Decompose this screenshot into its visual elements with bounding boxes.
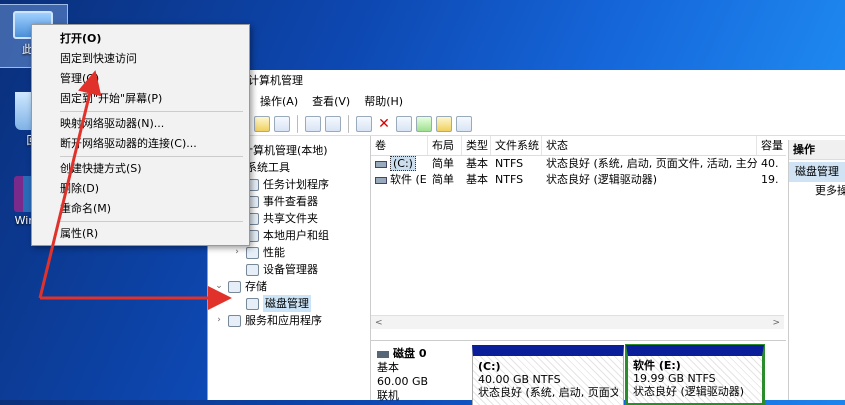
arrow-up-icon[interactable] [416,115,432,132]
connect-icon[interactable] [356,115,372,132]
actions-pane: 操作 磁盘管理 更多操 [788,140,845,400]
menu-item-delete[interactable]: 删除(D) [32,179,249,199]
partition-e[interactable]: 软件 (E:) 19.99 GB NTFS 状态良好 (逻辑驱动器) [625,344,765,405]
show-tree-icon[interactable] [274,115,290,132]
volume-list-header: 卷 布局 类型 文件系统 状态 容量 [371,136,786,156]
drive-icon [375,176,387,184]
disk-map: 磁盘 0 基本 60.00 GB 联机 (C:) 40.00 GB NTFS 状… [371,340,786,405]
column-layout[interactable]: 布局 [428,136,462,155]
scroll-right-icon[interactable]: > [772,316,780,329]
chevron-down-icon[interactable]: ⌄ [214,278,224,295]
menu-view[interactable]: 查看(V) [312,92,350,112]
tree-item-performance[interactable]: › 性能 [208,244,370,261]
up-folder-icon[interactable] [254,115,270,132]
column-status[interactable]: 状态 [542,136,757,155]
table-row[interactable]: 软件 (E:) 简单 基本 NTFS 状态良好 (逻辑驱动器) 19. [371,172,786,188]
chevron-right-icon[interactable]: › [214,312,224,329]
disk-type: 基本 [377,361,399,374]
actions-disk-management[interactable]: 磁盘管理 [789,162,845,182]
storage-icon [228,280,241,293]
help-icon[interactable] [305,115,321,132]
menu-separator [60,221,243,222]
disk-label[interactable]: 磁盘 0 基本 60.00 GB 联机 [377,347,467,403]
column-volume[interactable]: 卷 [371,136,428,155]
column-type[interactable]: 类型 [462,136,491,155]
disk-management-icon [246,297,259,310]
disk-name: 磁盘 0 [377,347,467,361]
disk-status: 联机 [377,389,399,402]
toolbar-separator [348,114,349,133]
disk-size: 60.00 GB [377,375,429,388]
menu-separator [60,111,243,112]
device-manager-icon [246,263,259,276]
horizontal-scrollbar[interactable]: < > [371,315,784,329]
properties-icon[interactable] [325,115,341,132]
computer-management-window: 计算机管理 操作(A) 查看(V) 帮助(H) ✕ 计算机管理(本地) 系统工具… [207,70,845,405]
tree-item-disk-management[interactable]: 磁盘管理 [208,295,370,312]
partition-c[interactable]: (C:) 40.00 GB NTFS 状态良好 (系统, 启动, 页面文件 [472,345,624,405]
column-filesystem[interactable]: 文件系统 [491,136,542,155]
menu-item-pin-quick-access[interactable]: 固定到快速访问 [32,49,249,69]
chevron-right-icon[interactable]: › [232,244,242,261]
window-title: 计算机管理 [208,70,845,92]
drive-icon [375,160,387,168]
actions-more[interactable]: 更多操 [789,182,845,200]
table-row[interactable]: (C:) 简单 基本 NTFS 状态良好 (系统, 启动, 页面文件, 活动, … [371,156,786,172]
tree-item-storage[interactable]: ⌄ 存储 [208,278,370,295]
delete-icon[interactable]: ✕ [376,116,392,132]
menu-bar: 操作(A) 查看(V) 帮助(H) [208,92,845,112]
context-menu: 打开(O) 固定到快速访问 管理(G) 固定到"开始"屏幕(P) 映射网络驱动器… [31,24,250,246]
toolbar: ✕ [208,112,845,136]
scroll-left-icon[interactable]: < [375,316,383,329]
tree-item-services[interactable]: › 服务和应用程序 [208,312,370,329]
menu-action[interactable]: 操作(A) [260,92,298,112]
menu-item-create-shortcut[interactable]: 创建快捷方式(S) [32,159,249,179]
toolbar-separator [297,114,298,133]
performance-icon [246,246,259,259]
menu-item-manage[interactable]: 管理(G) [32,69,249,89]
menu-separator [60,156,243,157]
search-icon[interactable] [436,115,452,132]
check-icon[interactable] [396,115,412,132]
menu-item-pin-start[interactable]: 固定到"开始"屏幕(P) [32,89,249,109]
menu-item-disconnect-drive[interactable]: 断开网络驱动器的连接(C)... [32,134,249,154]
column-capacity[interactable]: 容量 [757,136,786,155]
tree-item-device-manager[interactable]: 设备管理器 [208,261,370,278]
menu-item-open[interactable]: 打开(O) [32,29,249,49]
menu-item-properties[interactable]: 属性(R) [32,224,249,244]
actions-header: 操作 [789,140,845,160]
services-icon [228,314,241,327]
menu-item-rename[interactable]: 重命名(M) [32,199,249,219]
menu-item-map-drive[interactable]: 映射网络驱动器(N)... [32,114,249,134]
menu-help[interactable]: 帮助(H) [364,92,403,112]
console-icon[interactable] [456,115,472,132]
